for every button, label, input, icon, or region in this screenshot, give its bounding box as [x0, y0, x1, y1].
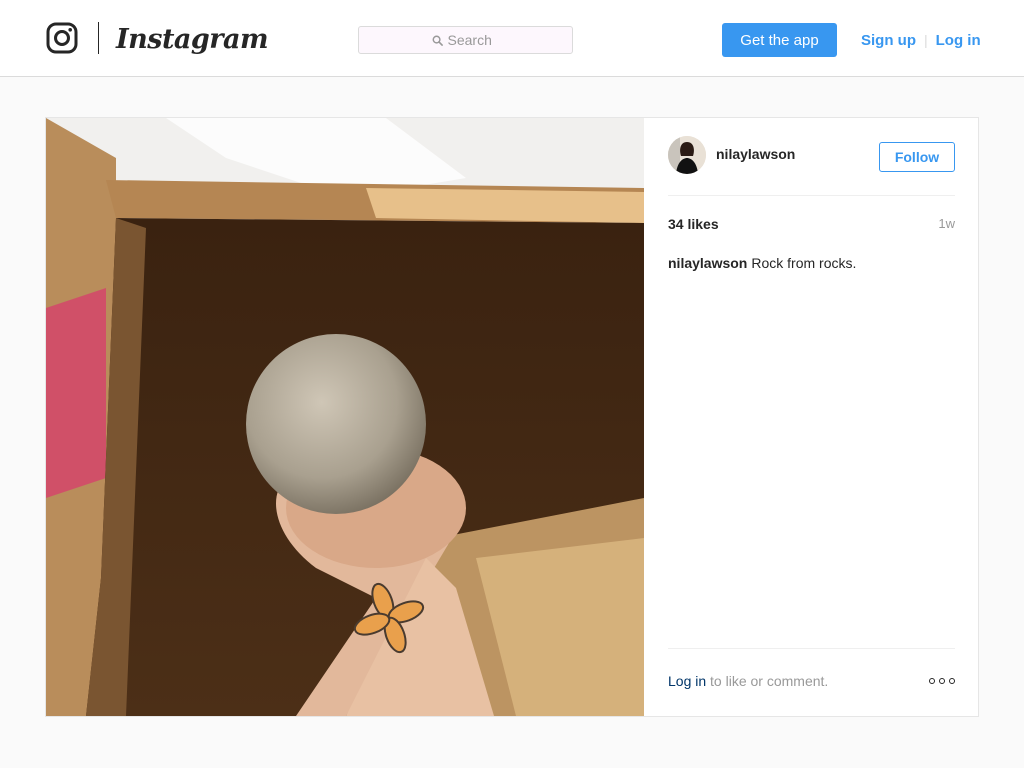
- login-to-comment-link[interactable]: Log in: [668, 673, 706, 689]
- instagram-wordmark-logo[interactable]: Instagram: [116, 20, 269, 60]
- caption-username[interactable]: nilaylawson: [668, 255, 747, 271]
- top-navigation-bar: Instagram Get the app Sign up | Log in: [0, 0, 1024, 77]
- log-in-link[interactable]: Log in: [936, 32, 981, 49]
- post-header: nilaylawson Follow: [668, 136, 955, 176]
- more-dot-icon: [949, 678, 955, 684]
- auth-links: Sign up | Log in: [861, 29, 981, 51]
- avatar[interactable]: [668, 136, 706, 174]
- auth-separator: |: [924, 32, 928, 48]
- post-author-username[interactable]: nilaylawson: [716, 146, 795, 162]
- instagram-camera-icon[interactable]: [46, 22, 78, 54]
- post-card: nilaylawson Follow 34 likes 1w nilaylaws…: [45, 117, 979, 717]
- post-details-panel: nilaylawson Follow 34 likes 1w nilaylaws…: [644, 118, 978, 716]
- search-box[interactable]: [358, 26, 573, 54]
- search-input[interactable]: [447, 32, 500, 48]
- divider: [668, 648, 955, 649]
- login-prompt: Log in to like or comment.: [668, 673, 828, 689]
- follow-button[interactable]: Follow: [879, 142, 955, 172]
- divider: [668, 195, 955, 196]
- sign-up-link[interactable]: Sign up: [861, 32, 916, 49]
- more-options-button[interactable]: [929, 675, 955, 687]
- post-photo[interactable]: [46, 118, 644, 716]
- get-the-app-button[interactable]: Get the app: [722, 23, 837, 57]
- more-dot-icon: [939, 678, 945, 684]
- login-prompt-text: to like or comment.: [706, 673, 829, 689]
- more-dot-icon: [929, 678, 935, 684]
- photo-rock-in-hand: [46, 118, 644, 716]
- avatar-image: [668, 136, 706, 174]
- post-timestamp[interactable]: 1w: [668, 216, 955, 231]
- brand-divider: [98, 22, 99, 54]
- search-icon: [432, 35, 443, 46]
- post-caption: nilaylawson Rock from rocks.: [668, 254, 955, 272]
- caption-text: Rock from rocks.: [751, 255, 857, 271]
